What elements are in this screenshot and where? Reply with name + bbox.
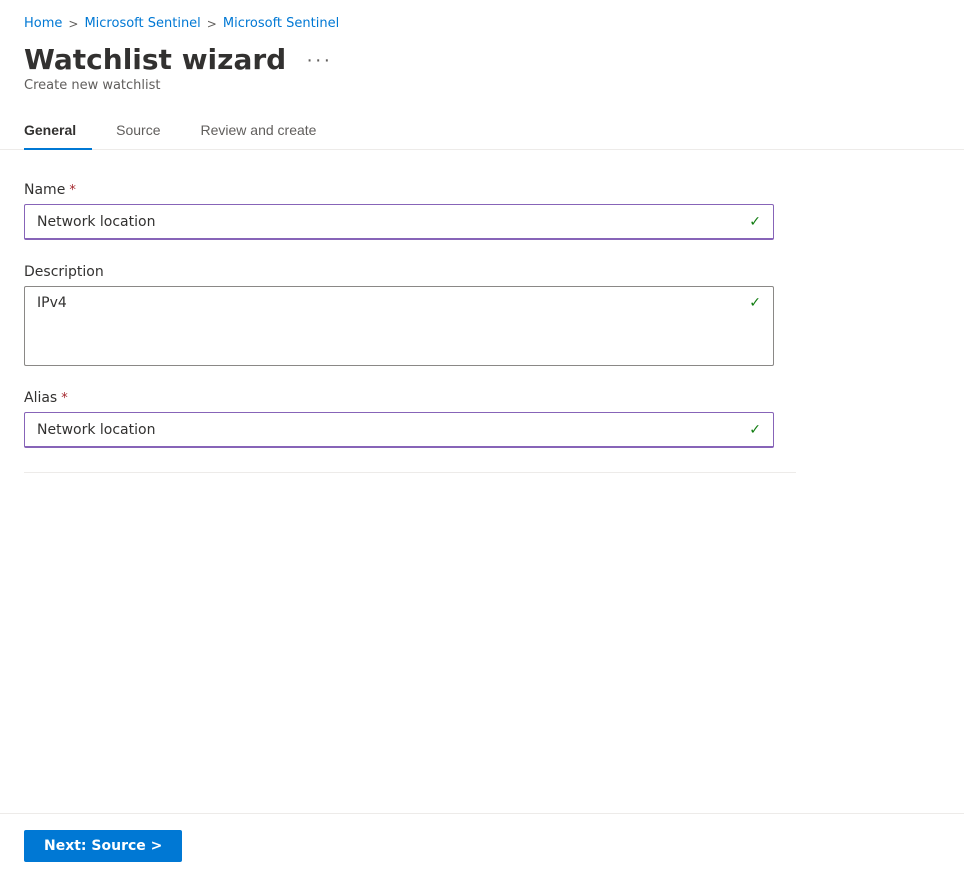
spacer: [0, 655, 964, 813]
tabs: General Source Review and create: [0, 97, 964, 150]
name-input-wrapper[interactable]: ✓: [24, 204, 774, 240]
description-textarea-wrapper[interactable]: ✓: [24, 286, 774, 366]
breadcrumb-sentinel-2[interactable]: Microsoft Sentinel: [223, 16, 339, 31]
alias-input[interactable]: [37, 422, 749, 438]
name-check-icon: ✓: [749, 214, 761, 230]
description-check-icon: ✓: [749, 295, 761, 311]
breadcrumb: Home > Microsoft Sentinel > Microsoft Se…: [0, 0, 964, 39]
description-textarea[interactable]: [37, 295, 749, 345]
description-textarea-top: ✓: [37, 295, 761, 345]
more-menu-button[interactable]: ···: [298, 46, 340, 74]
name-group: Name * ✓: [24, 182, 796, 240]
tab-source[interactable]: Source: [116, 114, 176, 150]
page-subtitle: Create new watchlist: [0, 76, 964, 93]
name-input[interactable]: [37, 214, 749, 230]
page-container: Home > Microsoft Sentinel > Microsoft Se…: [0, 0, 964, 878]
next-source-button[interactable]: Next: Source >: [24, 830, 182, 862]
tab-review-create[interactable]: Review and create: [201, 114, 333, 150]
breadcrumb-sentinel-1[interactable]: Microsoft Sentinel: [84, 16, 200, 31]
name-label: Name *: [24, 182, 796, 198]
breadcrumb-sep-1: >: [68, 17, 78, 31]
form-area: Name * ✓ Description ✓ Alias: [0, 150, 820, 655]
breadcrumb-sep-2: >: [207, 17, 217, 31]
alias-required-star: *: [61, 391, 68, 406]
alias-input-wrapper[interactable]: ✓: [24, 412, 774, 448]
footer: Next: Source >: [0, 813, 964, 878]
page-header: Watchlist wizard ···: [0, 39, 964, 76]
page-title: Watchlist wizard: [24, 43, 286, 76]
breadcrumb-home[interactable]: Home: [24, 16, 62, 31]
alias-label: Alias *: [24, 390, 796, 406]
tab-general[interactable]: General: [24, 114, 92, 150]
description-label: Description: [24, 264, 796, 280]
name-required-star: *: [69, 183, 76, 198]
alias-check-icon: ✓: [749, 422, 761, 438]
alias-group: Alias * ✓: [24, 390, 796, 448]
description-group: Description ✓: [24, 264, 796, 366]
form-divider: [24, 472, 796, 473]
